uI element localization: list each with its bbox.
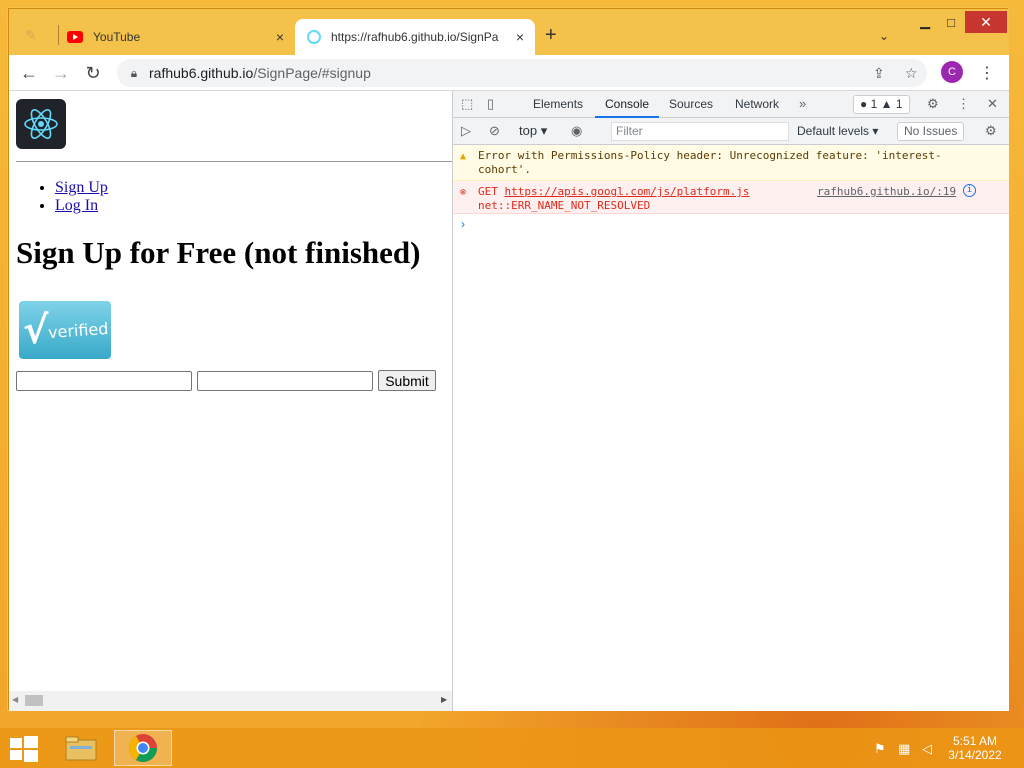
scroll-right-icon[interactable]: ▶	[441, 695, 447, 704]
address-bar[interactable]: 🔒︎ rafhub6.github.io/SignPage/#signup ⇪ …	[117, 59, 927, 87]
tab-title: YouTube	[93, 30, 141, 44]
tab-ghost[interactable]: ✎	[13, 19, 63, 55]
devtools-tabbar: ⬚ ▯ Elements Console Sources Network » ●…	[453, 91, 1009, 118]
react-favicon-icon	[307, 30, 321, 44]
lock-icon[interactable]: 🔒︎	[127, 66, 141, 81]
console-error-row: ⊗ GET https://apis.googl.com/js/platform…	[453, 181, 1009, 214]
signup-field-2[interactable]	[197, 371, 373, 391]
scroll-left-icon[interactable]: ◀	[12, 695, 18, 704]
horizontal-scrollbar[interactable]: ◀ ▶	[9, 691, 452, 711]
verified-word: verified	[47, 318, 110, 342]
console-filter-input[interactable]: Filter	[611, 122, 789, 141]
profile-avatar[interactable]: C	[941, 61, 963, 83]
bookmark-star-icon[interactable]: ☆	[905, 65, 918, 82]
levels-label: Default levels	[797, 124, 870, 138]
taskbar-clock[interactable]: 5:51 AM 3/14/2022	[940, 734, 1010, 762]
more-tabs-icon[interactable]: »	[799, 96, 806, 111]
list-item: Log In	[55, 197, 108, 215]
tab-youtube[interactable]: YouTube ×	[63, 19, 295, 55]
tab-network[interactable]: Network	[725, 91, 789, 118]
minimize-button[interactable]: ▁	[913, 11, 937, 33]
new-tab-button[interactable]: +	[545, 25, 557, 45]
error-source-link[interactable]: rafhub6.github.io/:19	[817, 185, 956, 198]
reload-icon[interactable]: ↻	[81, 61, 105, 85]
divider	[16, 161, 452, 162]
device-toolbar-icon[interactable]: ▯	[487, 96, 494, 112]
submit-button[interactable]: Submit	[378, 370, 436, 391]
url-host: rafhub6.github.io	[149, 65, 254, 81]
error-url-link[interactable]: https://apis.googl.com/js/platform.js	[505, 185, 750, 198]
react-atom-icon	[24, 109, 58, 139]
back-arrow-icon[interactable]: ←	[17, 61, 41, 85]
network-request-icon[interactable]: i	[963, 184, 976, 197]
verified-badge-image: √ verified	[19, 301, 111, 359]
context-label: top	[519, 123, 538, 138]
clock-date: 3/14/2022	[948, 748, 1002, 762]
tab-search-icon[interactable]: ⌄	[879, 29, 889, 43]
windows-start-icon[interactable]	[10, 736, 38, 762]
warning-text: Error with Permissions-Policy header: Un…	[478, 149, 942, 176]
tab-signpage[interactable]: https://rafhub6.github.io/SignPa ×	[295, 19, 535, 55]
volume-muted-icon[interactable]: ◁	[922, 741, 932, 757]
signup-link[interactable]: Sign Up	[55, 179, 108, 196]
list-item: Sign Up	[55, 179, 108, 197]
browser-window: ✎ YouTube × https://rafhub6.github.io/Si…	[8, 8, 1009, 711]
forward-arrow-icon[interactable]: →	[49, 61, 73, 85]
web-page: Sign Up Log In Sign Up for Free (not fin…	[9, 91, 452, 711]
signup-field-1[interactable]	[16, 371, 192, 391]
page-icon: ✎	[25, 27, 37, 43]
react-logo	[16, 99, 66, 149]
tab-close-icon[interactable]: ×	[511, 29, 529, 45]
devtools-menu-icon[interactable]: ⋮	[957, 96, 970, 112]
warning-count: 1	[895, 97, 903, 111]
tab-title: https://rafhub6.github.io/SignPa	[331, 30, 499, 44]
chrome-icon[interactable]	[114, 730, 172, 766]
page-title: Sign Up for Free (not finished)	[16, 235, 421, 270]
clear-console-icon[interactable]: ⊘	[489, 123, 500, 139]
settings-gear-icon[interactable]: ⚙	[927, 96, 939, 112]
url-path: /SignPage/#signup	[253, 65, 371, 81]
action-center-flag-icon[interactable]: ⚑	[874, 741, 886, 757]
network-icon[interactable]: ▦	[898, 741, 910, 757]
file-explorer-icon[interactable]	[52, 730, 110, 766]
console-prompt[interactable]: ›	[461, 217, 465, 231]
scrollbar-thumb[interactable]	[25, 695, 43, 706]
sidebar-toggle-icon[interactable]: ▷	[461, 123, 471, 139]
console-settings-gear-icon[interactable]: ⚙	[985, 123, 997, 139]
tab-elements[interactable]: Elements	[523, 91, 593, 118]
error-detail: net::ERR_NAME_NOT_RESOLVED	[478, 199, 651, 212]
tab-separator	[58, 25, 59, 45]
inspect-element-icon[interactable]: ⬚	[461, 96, 473, 112]
error-method: GET	[478, 185, 498, 198]
browser-toolbar: ← → ↻ 🔒︎ rafhub6.github.io/SignPage/#sig…	[9, 55, 1009, 91]
error-circle-icon: ⊗	[460, 187, 467, 198]
devtools-panel: ⬚ ▯ Elements Console Sources Network » ●…	[452, 91, 1009, 711]
console-toolbar: ▷ ⊘ top ▾ ◉ Filter Default levels ▾ No I…	[453, 118, 1009, 145]
close-devtools-icon[interactable]: ✕	[987, 96, 998, 112]
nav-list: Sign Up Log In	[55, 179, 108, 215]
close-window-button[interactable]: ✕	[965, 11, 1007, 33]
login-link[interactable]: Log In	[55, 197, 98, 214]
browser-menu-icon[interactable]: ⋮	[979, 63, 995, 83]
warning-triangle-icon: ▲	[460, 151, 467, 162]
issue-counts-badge[interactable]: ● 1 ▲ 1	[853, 95, 910, 114]
clock-time: 5:51 AM	[952, 734, 998, 748]
issues-button[interactable]: No Issues	[897, 122, 965, 141]
youtube-icon	[67, 31, 83, 43]
verified-check: √	[23, 308, 49, 352]
windows-taskbar: ⚑ ▦ ◁ 5:51 AM 3/14/2022	[0, 728, 1024, 768]
tab-close-icon[interactable]: ×	[271, 29, 289, 45]
error-count: 1	[870, 97, 878, 111]
live-expression-eye-icon[interactable]: ◉	[571, 123, 582, 139]
log-levels-dropdown[interactable]: Default levels ▾	[797, 122, 878, 141]
maximize-button[interactable]: □	[939, 11, 963, 33]
context-selector[interactable]: top ▾	[519, 123, 547, 139]
tab-sources[interactable]: Sources	[659, 91, 723, 118]
console-warning-row: ▲ Error with Permissions-Policy header: …	[453, 145, 1009, 181]
tab-strip: ✎ YouTube × https://rafhub6.github.io/Si…	[9, 9, 1009, 55]
tab-console[interactable]: Console	[595, 91, 660, 118]
share-icon[interactable]: ⇪	[873, 65, 885, 82]
